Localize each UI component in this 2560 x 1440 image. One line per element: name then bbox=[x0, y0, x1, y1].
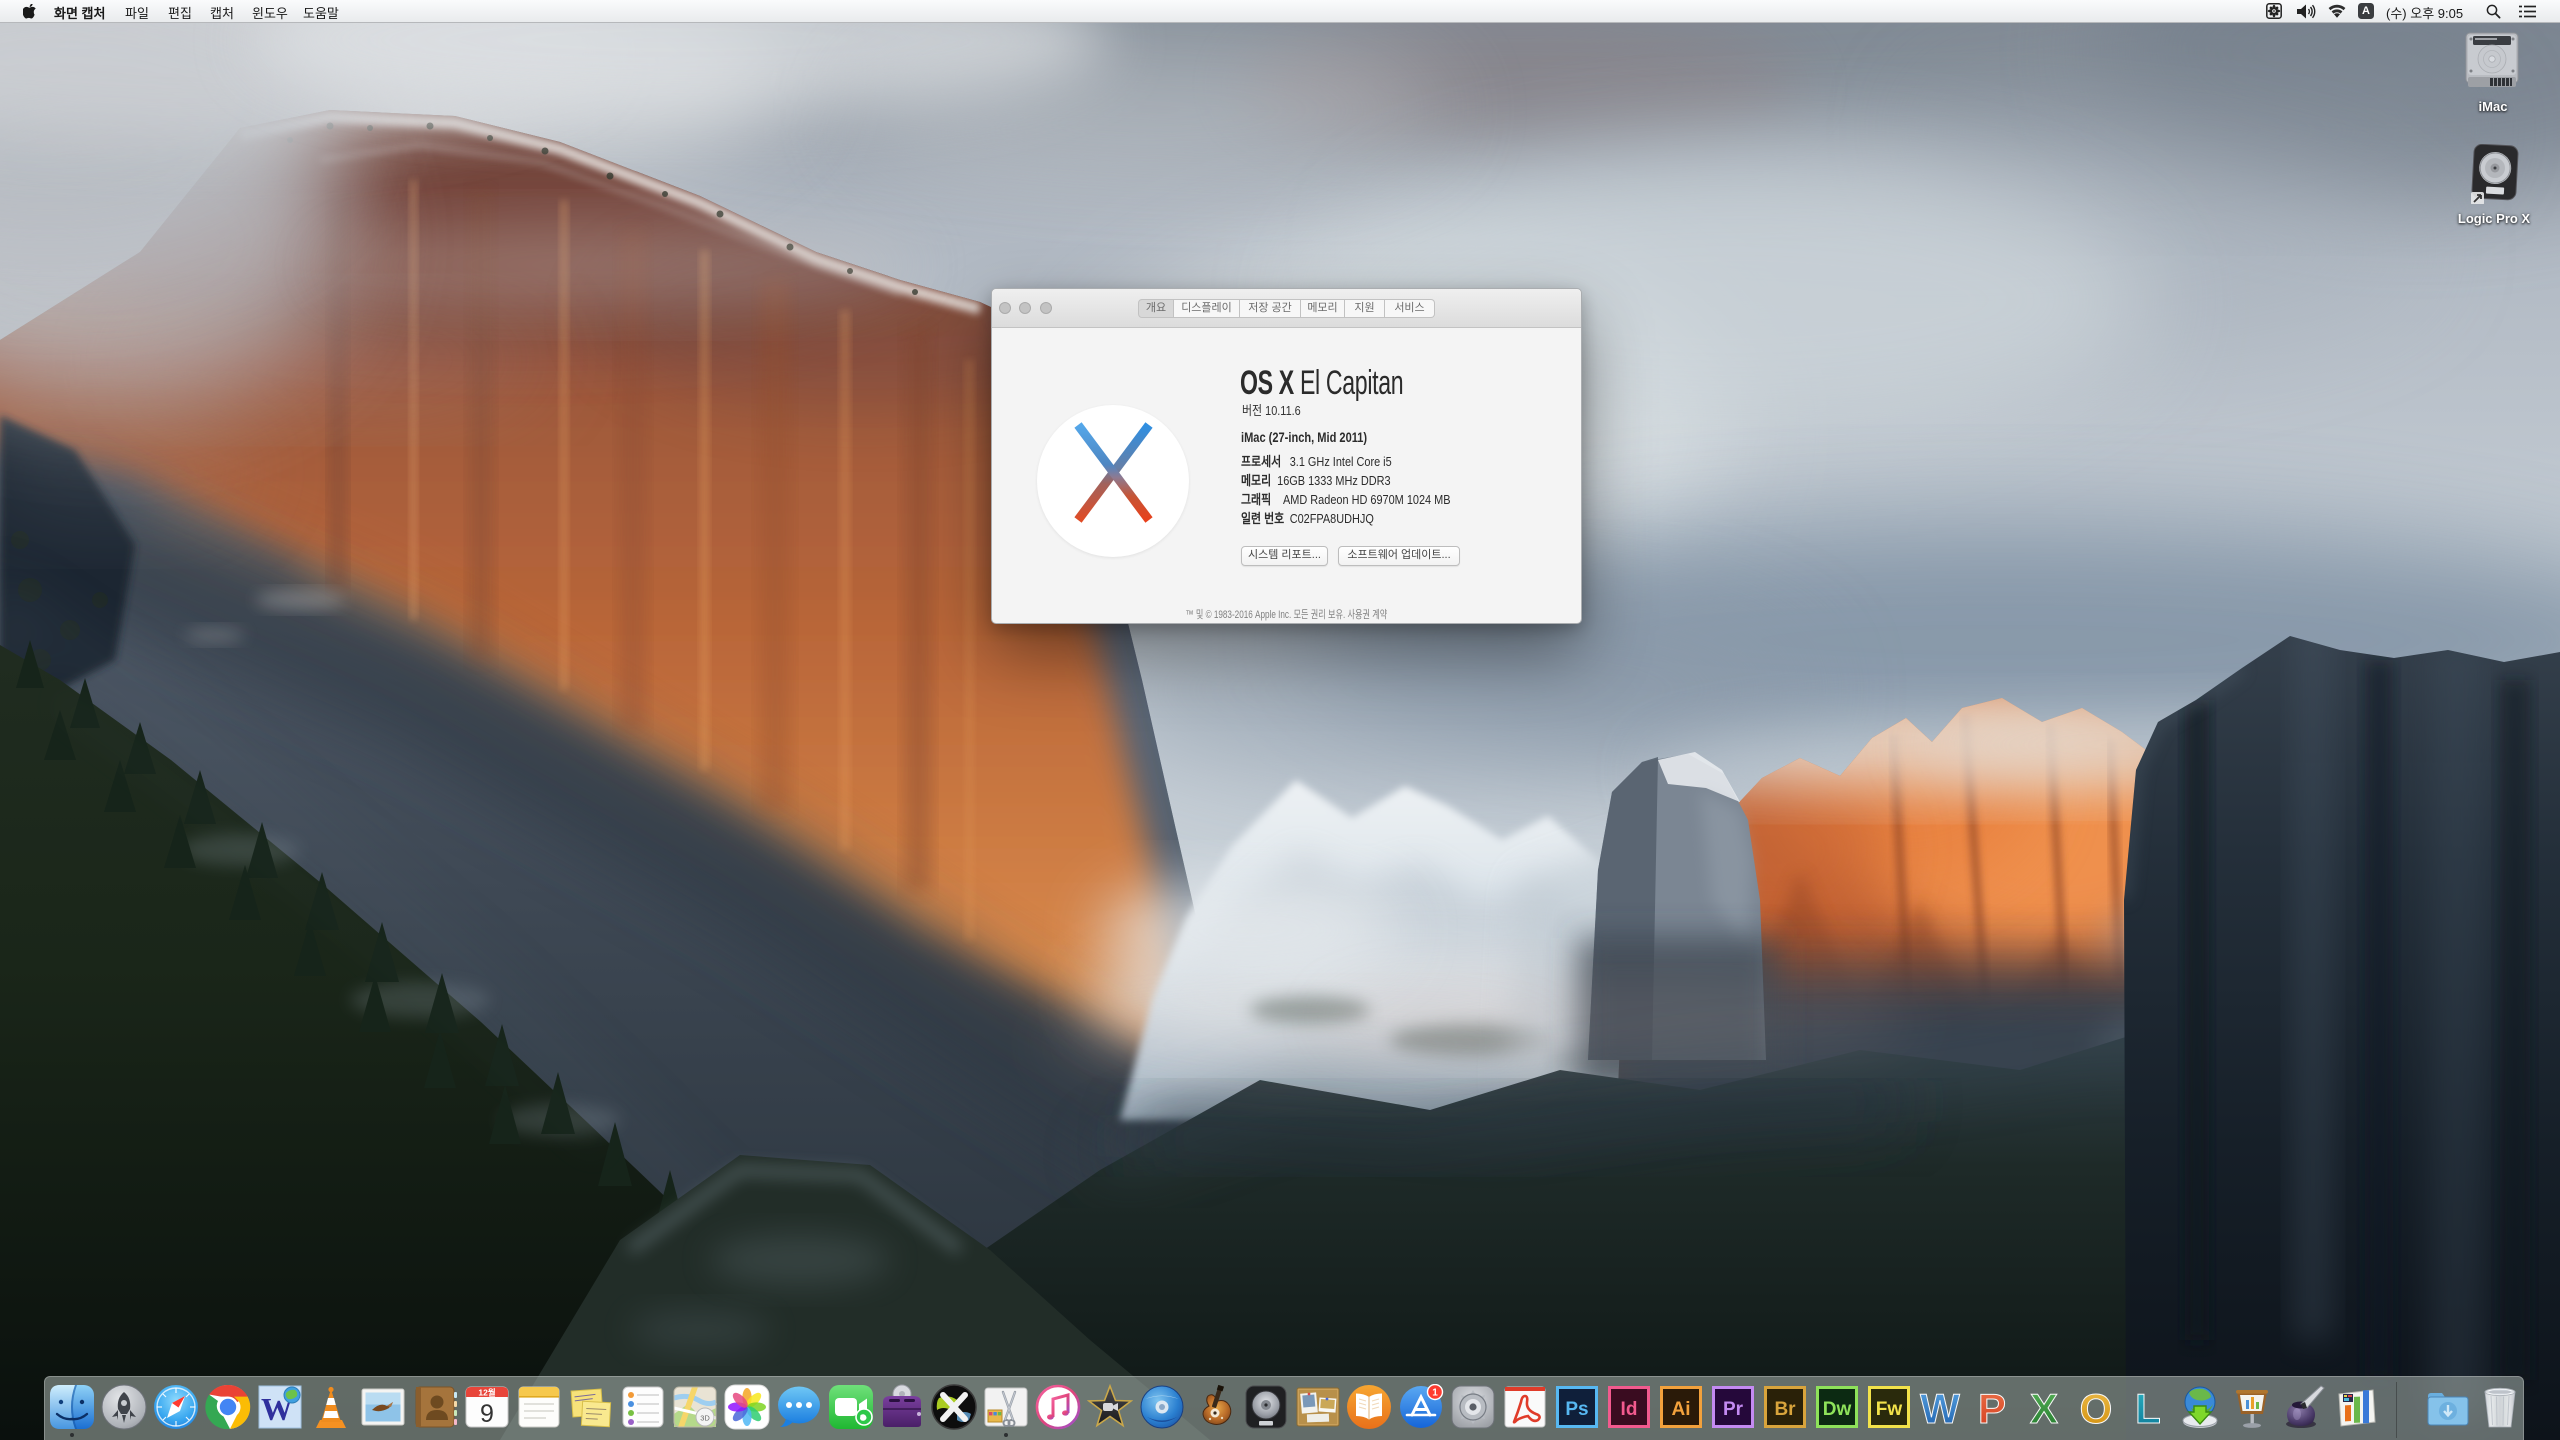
svg-text:3D: 3D bbox=[700, 1414, 710, 1423]
svg-text:Dw: Dw bbox=[1823, 1399, 1852, 1420]
svg-text:X: X bbox=[2030, 1385, 2058, 1430]
svg-text:L: L bbox=[2135, 1385, 2161, 1430]
svg-text:Ai: Ai bbox=[1672, 1399, 1691, 1420]
svg-text:O: O bbox=[2080, 1385, 2113, 1430]
svg-text:Br: Br bbox=[1774, 1399, 1796, 1420]
svg-text:W: W bbox=[1920, 1385, 1960, 1430]
svg-text:P: P bbox=[1978, 1385, 2006, 1430]
svg-text:9: 9 bbox=[480, 1400, 494, 1428]
svg-text:1: 1 bbox=[1432, 1387, 1438, 1398]
svg-text:Id: Id bbox=[1621, 1399, 1638, 1420]
svg-text:12월: 12월 bbox=[478, 1388, 495, 1398]
svg-text:Pr: Pr bbox=[1723, 1399, 1744, 1420]
svg-text:Ps: Ps bbox=[1565, 1399, 1588, 1420]
svg-text:Fw: Fw bbox=[1876, 1399, 1903, 1420]
